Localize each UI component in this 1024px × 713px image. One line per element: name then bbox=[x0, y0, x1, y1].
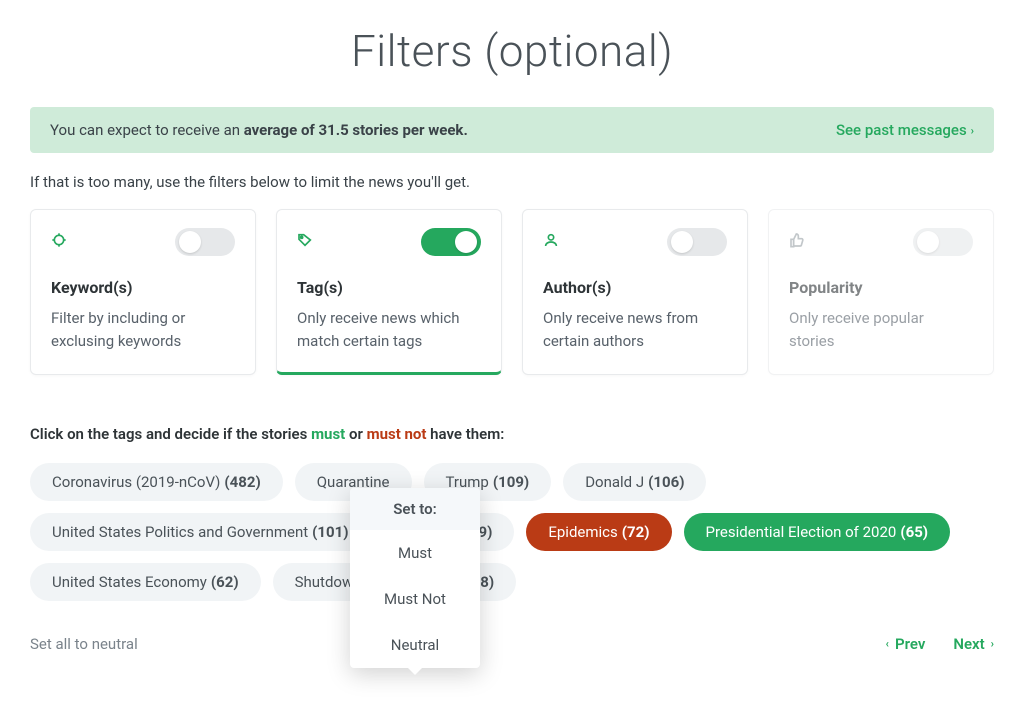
chevron-right-icon: › bbox=[971, 124, 974, 137]
tag-chip[interactable]: United States Politics and Government (1… bbox=[30, 513, 371, 551]
authors-toggle[interactable] bbox=[667, 228, 727, 256]
instr-mustnot: must not bbox=[367, 425, 427, 443]
tag-chip[interactable]: United States Economy (62) bbox=[30, 563, 261, 601]
subtext: If that is too many, use the filters bel… bbox=[30, 173, 994, 191]
tag-instruction: Click on the tags and decide if the stor… bbox=[30, 425, 994, 443]
tag-chip[interactable]: Epidemics (72) bbox=[526, 513, 671, 551]
card-desc: Filter by including or exclusing keyword… bbox=[51, 307, 235, 354]
banner-link-text: See past messages bbox=[836, 121, 967, 139]
chip-label: Presidential Election of 2020 bbox=[706, 523, 897, 541]
card-desc: Only receive popular stories bbox=[789, 307, 973, 354]
banner-text: You can expect to receive an average of … bbox=[50, 121, 468, 139]
crosshair-icon bbox=[51, 232, 67, 253]
filter-card-tags[interactable]: Tag(s) Only receive news which match cer… bbox=[276, 209, 502, 375]
tags-toggle[interactable] bbox=[421, 228, 481, 256]
chip-count: (72) bbox=[622, 523, 650, 541]
next-label: Next bbox=[953, 635, 984, 653]
instr-prefix: Click on the tags and decide if the stor… bbox=[30, 425, 311, 443]
chip-count: (106) bbox=[648, 473, 684, 491]
footer-nav: Set all to neutral ‹ Prev Next › bbox=[30, 635, 994, 653]
prev-button[interactable]: ‹ Prev bbox=[886, 635, 926, 653]
page-title: Filters (optional) bbox=[30, 25, 994, 77]
chip-count: (109) bbox=[493, 473, 529, 491]
filter-card-popularity: Popularity Only receive popular stories bbox=[768, 209, 994, 375]
tag-icon bbox=[297, 232, 313, 253]
tag-chip[interactable]: Donald J (106) bbox=[563, 463, 706, 501]
instr-mid: or bbox=[345, 425, 366, 443]
tag-chip[interactable]: Presidential Election of 2020 (65) bbox=[684, 513, 951, 551]
tag-chip-list: Coronavirus (2019-nCoV) (482)QuarantineT… bbox=[30, 463, 994, 601]
popover-heading: Set to: bbox=[350, 488, 480, 530]
next-button[interactable]: Next › bbox=[953, 635, 994, 653]
keywords-toggle[interactable] bbox=[175, 228, 235, 256]
popover-option-neutral[interactable]: Neutral bbox=[350, 622, 480, 668]
card-title: Author(s) bbox=[543, 278, 727, 297]
chip-count: (101) bbox=[312, 523, 348, 541]
chip-label: Coronavirus (2019-nCoV) bbox=[52, 473, 220, 491]
card-desc: Only receive news from certain authors bbox=[543, 307, 727, 354]
card-title: Keyword(s) bbox=[51, 278, 235, 297]
card-desc: Only receive news which match certain ta… bbox=[297, 307, 481, 354]
popover-option-mustnot[interactable]: Must Not bbox=[350, 576, 480, 622]
chip-label: Epidemics bbox=[548, 523, 617, 541]
popover-option-must[interactable]: Must bbox=[350, 530, 480, 576]
filter-card-authors[interactable]: Author(s) Only receive news from certain… bbox=[522, 209, 748, 375]
chip-label: Donald J bbox=[585, 473, 644, 491]
chip-count: (62) bbox=[211, 573, 239, 591]
instr-suffix: have them: bbox=[426, 425, 504, 443]
popularity-toggle bbox=[913, 228, 973, 256]
filter-cards: Keyword(s) Filter by including or exclus… bbox=[30, 209, 994, 375]
banner-prefix: You can expect to receive an bbox=[50, 121, 244, 139]
card-title: Tag(s) bbox=[297, 278, 481, 297]
prev-label: Prev bbox=[895, 635, 925, 653]
chip-label: United States Economy bbox=[52, 573, 207, 591]
tag-state-popover: Set to: Must Must Not Neutral bbox=[350, 488, 480, 668]
see-past-messages-link[interactable]: See past messages › bbox=[836, 121, 974, 139]
chip-count: (65) bbox=[900, 523, 928, 541]
chip-count: (482) bbox=[224, 473, 260, 491]
chevron-left-icon: ‹ bbox=[886, 637, 889, 650]
chevron-right-icon: › bbox=[991, 637, 994, 650]
instr-must: must bbox=[311, 425, 345, 443]
set-all-neutral-link[interactable]: Set all to neutral bbox=[30, 635, 138, 653]
card-title: Popularity bbox=[789, 278, 973, 297]
banner-bold: average of 31.5 stories per week. bbox=[244, 121, 468, 139]
tag-chip[interactable]: Coronavirus (2019-nCoV) (482) bbox=[30, 463, 283, 501]
filter-card-keywords[interactable]: Keyword(s) Filter by including or exclus… bbox=[30, 209, 256, 375]
stats-banner: You can expect to receive an average of … bbox=[30, 107, 994, 153]
chip-label: United States Politics and Government bbox=[52, 523, 308, 541]
user-icon bbox=[543, 232, 559, 253]
thumb-icon bbox=[789, 232, 805, 253]
